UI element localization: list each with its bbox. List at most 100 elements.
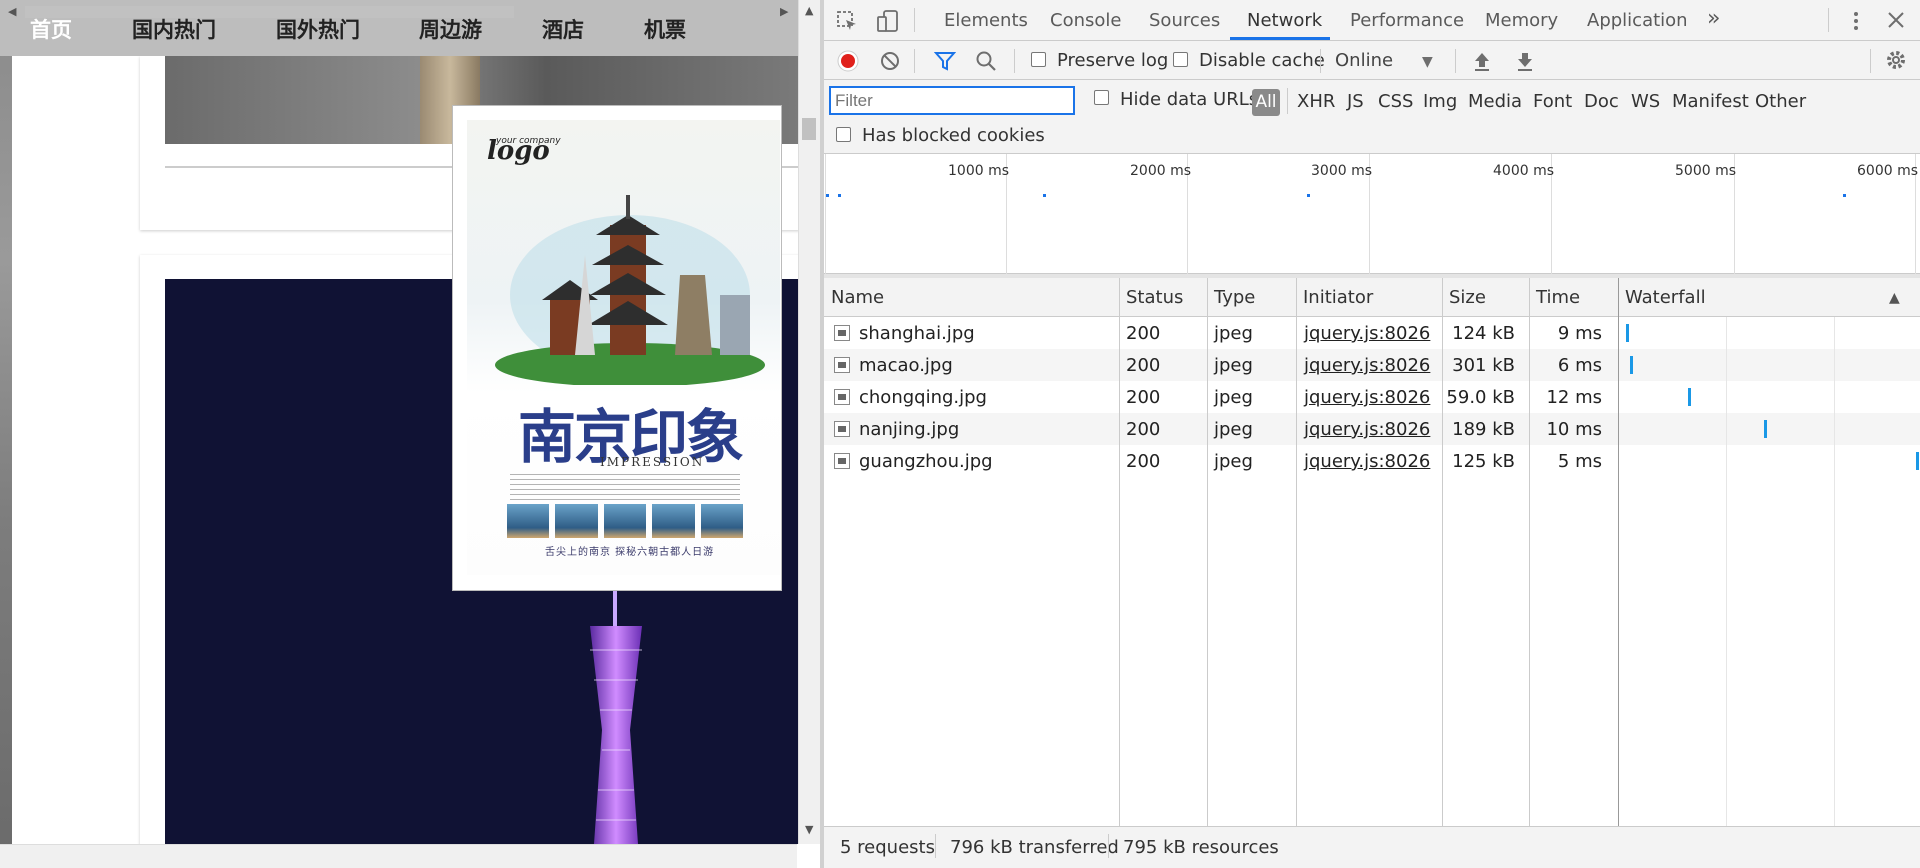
- kebab-menu-icon[interactable]: [1846, 10, 1866, 32]
- throttling-select[interactable]: Online: [1335, 50, 1393, 71]
- column-divider[interactable]: [1207, 278, 1208, 826]
- sort-ascending-icon[interactable]: ▲: [1889, 288, 1900, 308]
- request-initiator-link[interactable]: jquery.js:8026: [1304, 451, 1430, 472]
- request-name[interactable]: nanjing.jpg: [859, 419, 959, 440]
- request-initiator-link[interactable]: jquery.js:8026: [1304, 387, 1430, 408]
- image-file-icon: [834, 453, 850, 469]
- table-row[interactable]: shanghai.jpg 200 jpeg jquery.js:8026 124…: [824, 317, 1920, 349]
- column-divider[interactable]: [1296, 278, 1297, 826]
- horizontal-scrollbar[interactable]: [0, 844, 797, 868]
- filter-type-js[interactable]: JS: [1347, 91, 1364, 112]
- request-size: 124 kB: [1452, 323, 1515, 344]
- vertical-scroll-thumb[interactable]: [802, 118, 816, 140]
- image-file-icon: [834, 325, 850, 341]
- import-har-icon[interactable]: [1472, 50, 1492, 72]
- request-size: 59.0 kB: [1446, 387, 1515, 408]
- tab-console[interactable]: Console: [1050, 10, 1121, 31]
- scroll-right-arrow-icon[interactable]: ▶: [780, 5, 788, 18]
- nav-hotels[interactable]: 酒店: [542, 14, 584, 44]
- toolbar-separator: [1870, 49, 1871, 73]
- hide-data-urls-checkbox[interactable]: [1094, 90, 1109, 105]
- request-initiator-link[interactable]: jquery.js:8026: [1304, 355, 1430, 376]
- scroll-up-arrow-icon[interactable]: ▲: [805, 4, 813, 17]
- close-icon[interactable]: [1886, 10, 1906, 30]
- tab-network[interactable]: Network: [1247, 10, 1322, 31]
- table-row[interactable]: macao.jpg 200 jpeg jquery.js:8026 301 kB…: [824, 349, 1920, 381]
- filter-type-img[interactable]: Img: [1423, 91, 1457, 112]
- filter-type-ws[interactable]: WS: [1631, 91, 1660, 112]
- filter-type-manifest[interactable]: Manifest: [1672, 91, 1749, 112]
- canton-tower-illustration: [590, 590, 642, 844]
- request-name[interactable]: guangzhou.jpg: [859, 451, 993, 472]
- preserve-log-checkbox[interactable]: [1031, 52, 1046, 67]
- tab-memory[interactable]: Memory: [1485, 10, 1558, 31]
- horizontal-scroll-thumb[interactable]: [25, 6, 514, 18]
- scroll-left-arrow-icon[interactable]: ◀: [8, 5, 16, 18]
- tab-application[interactable]: Application: [1587, 10, 1688, 31]
- filter-type-font[interactable]: Font: [1533, 91, 1572, 112]
- poster-thumbnail: [555, 504, 598, 538]
- column-divider[interactable]: [1529, 278, 1530, 826]
- column-header-initiator[interactable]: Initiator: [1303, 287, 1373, 308]
- preserve-log-label: Preserve log: [1057, 50, 1169, 71]
- request-time: 9 ms: [1557, 323, 1602, 344]
- filter-icon[interactable]: [934, 50, 956, 72]
- column-header-name[interactable]: Name: [831, 287, 884, 308]
- has-blocked-cookies-checkbox[interactable]: [836, 127, 851, 142]
- poster-thumbnail: [652, 504, 695, 538]
- request-size: 125 kB: [1452, 451, 1515, 472]
- filter-type-xhr[interactable]: XHR: [1297, 91, 1335, 112]
- tab-sources[interactable]: Sources: [1149, 10, 1220, 31]
- filter-type-other[interactable]: Other: [1755, 91, 1806, 112]
- filter-type-doc[interactable]: Doc: [1584, 91, 1619, 112]
- disable-cache-checkbox[interactable]: [1173, 52, 1188, 67]
- overview-gridline: [825, 154, 826, 274]
- request-initiator-link[interactable]: jquery.js:8026: [1304, 323, 1430, 344]
- tab-performance[interactable]: Performance: [1350, 10, 1464, 31]
- poster-landmarks-illustration: [495, 195, 765, 385]
- nav-nearby[interactable]: 周边游: [419, 14, 482, 44]
- request-type: jpeg: [1214, 451, 1253, 472]
- device-toolbar-icon[interactable]: [876, 9, 900, 33]
- filter-type-all[interactable]: All: [1252, 89, 1280, 116]
- column-header-size[interactable]: Size: [1449, 287, 1486, 308]
- request-initiator-link[interactable]: jquery.js:8026: [1304, 419, 1430, 440]
- has-blocked-cookies-label: Has blocked cookies: [862, 125, 1045, 146]
- column-divider[interactable]: [1442, 278, 1443, 826]
- filter-type-media[interactable]: Media: [1468, 91, 1522, 112]
- status-separator: [1108, 834, 1109, 858]
- column-divider[interactable]: [1119, 278, 1120, 826]
- table-row[interactable]: chongqing.jpg 200 jpeg jquery.js:8026 59…: [824, 381, 1920, 413]
- poster-body-text: [510, 474, 740, 502]
- more-tabs-icon[interactable]: »: [1707, 6, 1720, 31]
- gear-icon[interactable]: [1884, 48, 1908, 72]
- poster-thumbnail: [700, 504, 744, 538]
- request-status: 200: [1126, 355, 1161, 376]
- nav-flights[interactable]: 机票: [644, 14, 686, 44]
- tab-elements[interactable]: Elements: [944, 10, 1028, 31]
- filter-input[interactable]: [829, 86, 1075, 115]
- overview-tick-label: 4000 ms: [1493, 163, 1555, 179]
- column-header-waterfall[interactable]: Waterfall: [1625, 287, 1706, 308]
- nav-home[interactable]: 首页: [30, 14, 72, 44]
- export-har-icon[interactable]: [1515, 50, 1535, 72]
- column-header-status[interactable]: Status: [1126, 287, 1183, 308]
- table-row[interactable]: guangzhou.jpg 200 jpeg jquery.js:8026 12…: [824, 445, 1920, 477]
- scroll-down-arrow-icon[interactable]: ▼: [805, 823, 813, 836]
- request-count: 5 requests: [840, 837, 935, 858]
- table-row[interactable]: nanjing.jpg 200 jpeg jquery.js:8026 189 …: [824, 413, 1920, 445]
- filter-type-css[interactable]: CSS: [1378, 91, 1413, 112]
- column-divider[interactable]: [1618, 278, 1619, 826]
- nav-international[interactable]: 国外热门: [276, 14, 360, 44]
- column-header-type[interactable]: Type: [1214, 287, 1255, 308]
- nav-domestic[interactable]: 国内热门: [132, 14, 216, 44]
- inspect-element-icon[interactable]: [836, 10, 858, 32]
- request-name[interactable]: shanghai.jpg: [859, 323, 975, 344]
- request-name[interactable]: chongqing.jpg: [859, 387, 987, 408]
- search-icon[interactable]: [975, 50, 997, 72]
- request-name[interactable]: macao.jpg: [859, 355, 953, 376]
- chevron-down-icon[interactable]: ▼: [1422, 52, 1433, 72]
- column-header-time[interactable]: Time: [1536, 287, 1580, 308]
- record-icon[interactable]: [837, 50, 859, 72]
- clear-icon[interactable]: [879, 50, 901, 72]
